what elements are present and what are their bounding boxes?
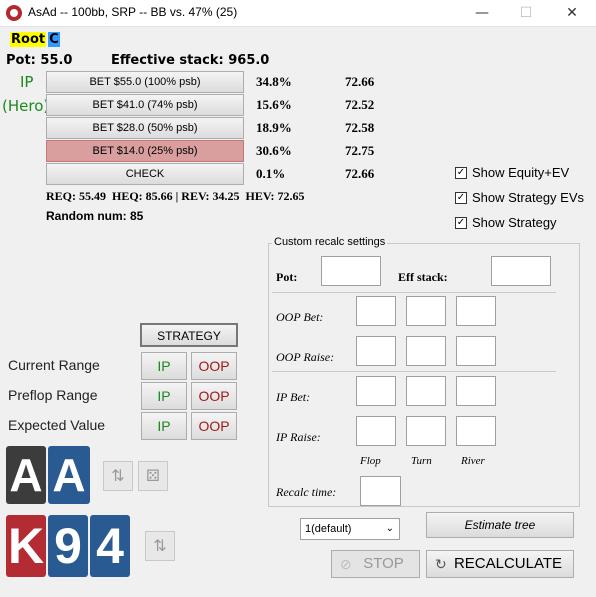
effective-stack-label: Effective stack: 965.0 bbox=[111, 53, 270, 68]
show-equity-ev-label: Show Equity+EV bbox=[472, 165, 570, 180]
preflop-range-oop-button[interactable]: OOP bbox=[191, 382, 237, 410]
street-river-label: River bbox=[461, 455, 485, 467]
ip-bet-flop-input[interactable] bbox=[356, 376, 396, 406]
equity-summary: REQ: 55.49 HEQ: 85.66 | REV: 34.25 HEV: … bbox=[46, 189, 305, 203]
show-strategy-checkbox[interactable]: ✓ bbox=[455, 217, 467, 229]
estimate-tree-button[interactable]: Estimate tree bbox=[426, 512, 574, 538]
ip-raise-turn-input[interactable] bbox=[406, 416, 446, 446]
player-position: IP bbox=[20, 73, 34, 91]
breadcrumb-root[interactable]: Root bbox=[10, 32, 47, 47]
show-strategy-evs-label: Show Strategy EVs bbox=[472, 190, 584, 205]
swap-icon[interactable]: ⇅ bbox=[103, 461, 133, 491]
recalc-eff-stack-label: Eff stack: bbox=[398, 270, 448, 284]
pot-label: Pot: 55.0 bbox=[6, 53, 73, 68]
show-strategy-label: Show Strategy bbox=[472, 215, 557, 230]
stop-button-label: STOP bbox=[363, 555, 404, 572]
ip-raise-label: IP Raise: bbox=[276, 430, 321, 444]
street-flop-label: Flop bbox=[360, 455, 381, 467]
oop-raise-river-input[interactable] bbox=[456, 336, 496, 366]
show-equity-ev-checkbox[interactable]: ✓ bbox=[455, 167, 467, 179]
board-card: K bbox=[6, 515, 46, 577]
recalculate-button-label: RECALCULATE bbox=[453, 555, 563, 572]
recalc-pot-label: Pot: bbox=[276, 270, 298, 284]
recalc-time-label: Recalc time: bbox=[276, 485, 337, 499]
refresh-icon: ↻ bbox=[435, 556, 447, 572]
recalc-legend: Custom recalc settings bbox=[272, 236, 388, 248]
player-role: (Hero) bbox=[2, 97, 50, 115]
maximize-button[interactable]: ☐ bbox=[506, 2, 546, 24]
breadcrumb-current[interactable]: C bbox=[48, 32, 60, 47]
action-button-bet-55[interactable]: BET $55.0 (100% psb) bbox=[46, 71, 244, 93]
app-logo-icon bbox=[6, 5, 22, 21]
action-freq: 15.6% bbox=[256, 97, 292, 112]
action-button-bet-14[interactable]: BET $14.0 (25% psb) bbox=[46, 140, 244, 162]
random-num: Random num: 85 bbox=[46, 209, 144, 223]
action-button-bet-41[interactable]: BET $41.0 (74% psb) bbox=[46, 94, 244, 116]
ip-bet-turn-input[interactable] bbox=[406, 376, 446, 406]
board-card: 4 bbox=[90, 515, 130, 577]
recalc-eff-stack-input[interactable] bbox=[491, 256, 551, 286]
breadcrumb: Root C bbox=[10, 32, 60, 47]
current-range-oop-button[interactable]: OOP bbox=[191, 352, 237, 380]
oop-bet-label: OOP Bet: bbox=[276, 310, 324, 324]
recalc-time-input[interactable] bbox=[360, 476, 401, 506]
hand-card: A bbox=[48, 446, 90, 504]
action-freq: 34.8% bbox=[256, 74, 292, 89]
threads-select-value: 1(default) bbox=[305, 523, 352, 535]
action-freq: 0.1% bbox=[256, 166, 286, 181]
action-freq: 18.9% bbox=[256, 120, 292, 135]
action-button-check[interactable]: CHECK bbox=[46, 163, 244, 185]
expected-value-oop-button[interactable]: OOP bbox=[191, 412, 237, 440]
swap-board-icon[interactable]: ⇅ bbox=[145, 531, 175, 561]
oop-raise-turn-input[interactable] bbox=[406, 336, 446, 366]
strategy-button[interactable]: STRATEGY bbox=[140, 323, 238, 347]
oop-bet-river-input[interactable] bbox=[456, 296, 496, 326]
stop-icon: ⊘ bbox=[340, 556, 352, 572]
chevron-down-icon: ⌄ bbox=[385, 523, 394, 534]
divider bbox=[272, 292, 556, 293]
action-ev: 72.66 bbox=[345, 74, 375, 89]
ip-raise-flop-input[interactable] bbox=[356, 416, 396, 446]
close-button[interactable]: ✕ bbox=[552, 2, 592, 24]
oop-raise-flop-input[interactable] bbox=[356, 336, 396, 366]
action-ev: 72.66 bbox=[345, 166, 375, 181]
ip-bet-label: IP Bet: bbox=[276, 390, 311, 404]
dice-icon[interactable]: ⚄ bbox=[138, 461, 168, 491]
action-ev: 72.52 bbox=[345, 97, 375, 112]
action-ev: 72.75 bbox=[345, 143, 375, 158]
oop-bet-turn-input[interactable] bbox=[406, 296, 446, 326]
oop-raise-label: OOP Raise: bbox=[276, 350, 335, 364]
oop-bet-flop-input[interactable] bbox=[356, 296, 396, 326]
current-range-label: Current Range bbox=[8, 357, 100, 373]
expected-value-label: Expected Value bbox=[8, 417, 106, 433]
action-button-bet-28[interactable]: BET $28.0 (50% psb) bbox=[46, 117, 244, 139]
ip-bet-river-input[interactable] bbox=[456, 376, 496, 406]
recalc-pot-input[interactable] bbox=[321, 256, 381, 286]
expected-value-ip-button[interactable]: IP bbox=[141, 412, 187, 440]
window-title: AsAd -- 100bb, SRP -- BB vs. 47% (25) bbox=[28, 5, 238, 19]
current-range-ip-button[interactable]: IP bbox=[141, 352, 187, 380]
action-ev: 72.58 bbox=[345, 120, 375, 135]
stop-button[interactable]: ⊘ STOP bbox=[331, 550, 420, 578]
divider bbox=[272, 371, 556, 372]
show-strategy-evs-checkbox[interactable]: ✓ bbox=[455, 192, 467, 204]
preflop-range-ip-button[interactable]: IP bbox=[141, 382, 187, 410]
recalculate-button[interactable]: ↻ RECALCULATE bbox=[426, 550, 574, 578]
minimize-button[interactable]: — bbox=[462, 2, 502, 24]
street-turn-label: Turn bbox=[411, 455, 432, 467]
board-card: 9 bbox=[48, 515, 88, 577]
action-freq: 30.6% bbox=[256, 143, 292, 158]
ip-raise-river-input[interactable] bbox=[456, 416, 496, 446]
threads-select[interactable]: 1(default) ⌄ bbox=[300, 518, 400, 540]
preflop-range-label: Preflop Range bbox=[8, 387, 98, 403]
hand-card: A bbox=[6, 446, 46, 504]
